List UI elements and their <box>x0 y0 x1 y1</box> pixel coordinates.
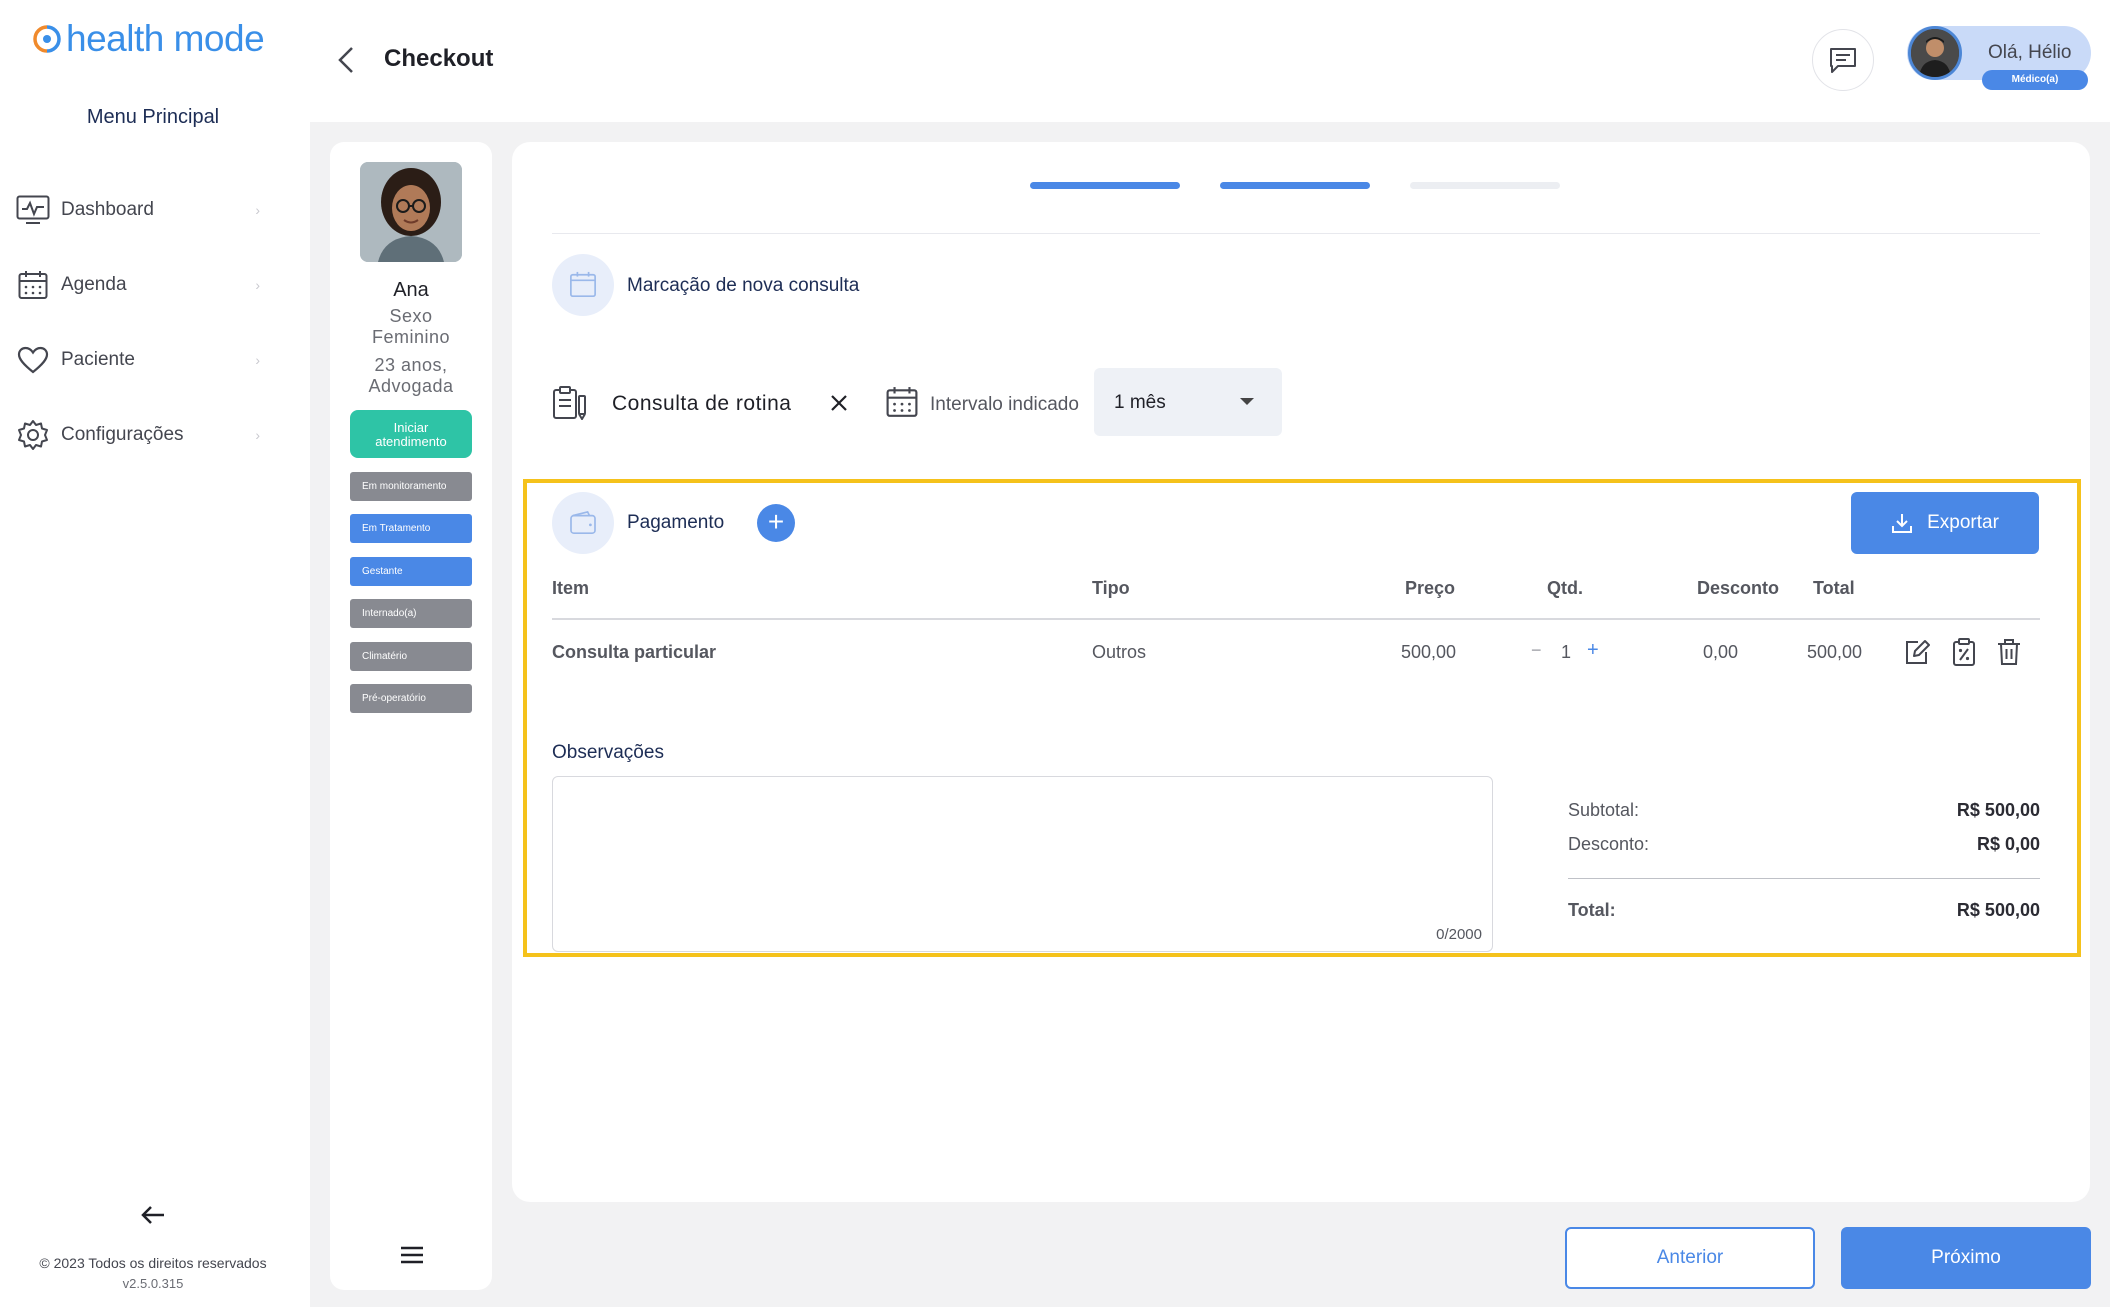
payment-section-highlight <box>523 479 2081 957</box>
tag-em-tratamento[interactable]: Em Tratamento <box>350 514 472 543</box>
sidebar-item-label: Agenda <box>61 274 127 295</box>
step-indicator-3 <box>1410 182 1560 189</box>
avatar[interactable] <box>1908 26 1962 80</box>
tag-gestante[interactable]: Gestante <box>350 557 472 586</box>
patient-sex-value: Feminino <box>371 327 451 347</box>
heart-icon <box>15 342 51 378</box>
menu-title: Menu Principal <box>86 106 220 128</box>
clipboard-icon <box>553 386 586 420</box>
role-badge: Médico(a) <box>1982 70 2088 90</box>
start-appointment-button[interactable]: Iniciar atendimento <box>350 410 472 458</box>
calendar-icon <box>15 267 51 303</box>
previous-button[interactable]: Anterior <box>1565 1227 1815 1289</box>
page-title: Checkout <box>384 45 494 72</box>
chevron-left-icon[interactable] <box>332 42 362 78</box>
chevron-right-icon: › <box>255 427 260 443</box>
calendar-icon <box>552 254 614 316</box>
patient-photo <box>360 162 462 262</box>
sidebar-item-paciente[interactable]: Paciente › <box>15 340 260 380</box>
consult-type: Consulta de rotina <box>612 392 792 415</box>
patient-card: Ana Sexo Feminino 23 anos, Advogada Inic… <box>330 142 492 1290</box>
next-button[interactable]: Próximo <box>1841 1227 2091 1289</box>
gear-icon <box>15 417 51 453</box>
chevron-right-icon: › <box>255 202 260 218</box>
arrow-left-icon[interactable] <box>138 1200 168 1230</box>
chevron-right-icon: › <box>255 277 260 293</box>
patient-portrait <box>360 162 462 262</box>
patient-name: Ana <box>393 279 429 301</box>
brand-name: health mode <box>66 18 265 59</box>
copyright: © 2023 Todos os direitos reservados <box>39 1255 267 1271</box>
tag-em-monitoramento[interactable]: Em monitoramento <box>350 472 472 501</box>
interval-label: Intervalo indicado <box>930 394 1079 415</box>
chat-button[interactable] <box>1812 29 1874 91</box>
brand-logo[interactable]: health mode <box>32 18 265 60</box>
user-photo <box>1911 29 1959 77</box>
sidebar-item-label: Dashboard <box>61 199 154 220</box>
monitor-icon <box>15 192 51 228</box>
chat-icon <box>1830 48 1856 73</box>
patient-sex-label: Sexo <box>389 306 433 326</box>
sidebar: health mode Menu Principal Dashboard › A… <box>0 0 310 1307</box>
patient-age: 23 anos, <box>374 355 448 375</box>
sidebar-item-label: Configurações <box>61 424 184 445</box>
patient-occupation: Advogada <box>368 376 454 396</box>
step-indicator-1 <box>1030 182 1180 189</box>
step-indicator-2 <box>1220 182 1370 189</box>
top-header: Checkout <box>310 0 2110 122</box>
calendar-icon <box>886 387 918 417</box>
divider <box>552 233 2040 234</box>
sidebar-item-agenda[interactable]: Agenda › <box>15 265 260 305</box>
tag-climaterio[interactable]: Climatério <box>350 642 472 671</box>
tag-pre-operatorio[interactable]: Pré-operatório <box>350 684 472 713</box>
chevron-right-icon: › <box>255 352 260 368</box>
sidebar-item-configuracoes[interactable]: Configurações › <box>15 415 260 455</box>
logo-icon <box>33 25 61 53</box>
interval-select[interactable]: 1 mês <box>1094 368 1282 436</box>
user-greeting: Olá, Hélio <box>1988 42 2072 63</box>
tag-internado[interactable]: Internado(a) <box>350 599 472 628</box>
hamburger-menu-icon[interactable] <box>400 1246 424 1264</box>
start-line-1: Iniciar <box>393 420 429 435</box>
app-version: v2.5.0.315 <box>122 1276 184 1291</box>
close-icon[interactable] <box>828 392 850 414</box>
caret-down-icon <box>1240 398 1254 405</box>
interval-value: 1 mês <box>1114 392 1166 413</box>
new-appointment-label: Marcação de nova consulta <box>627 275 860 296</box>
sidebar-item-label: Paciente <box>61 349 135 370</box>
sidebar-item-dashboard[interactable]: Dashboard › <box>15 190 260 230</box>
start-line-2: atendimento <box>375 434 447 449</box>
